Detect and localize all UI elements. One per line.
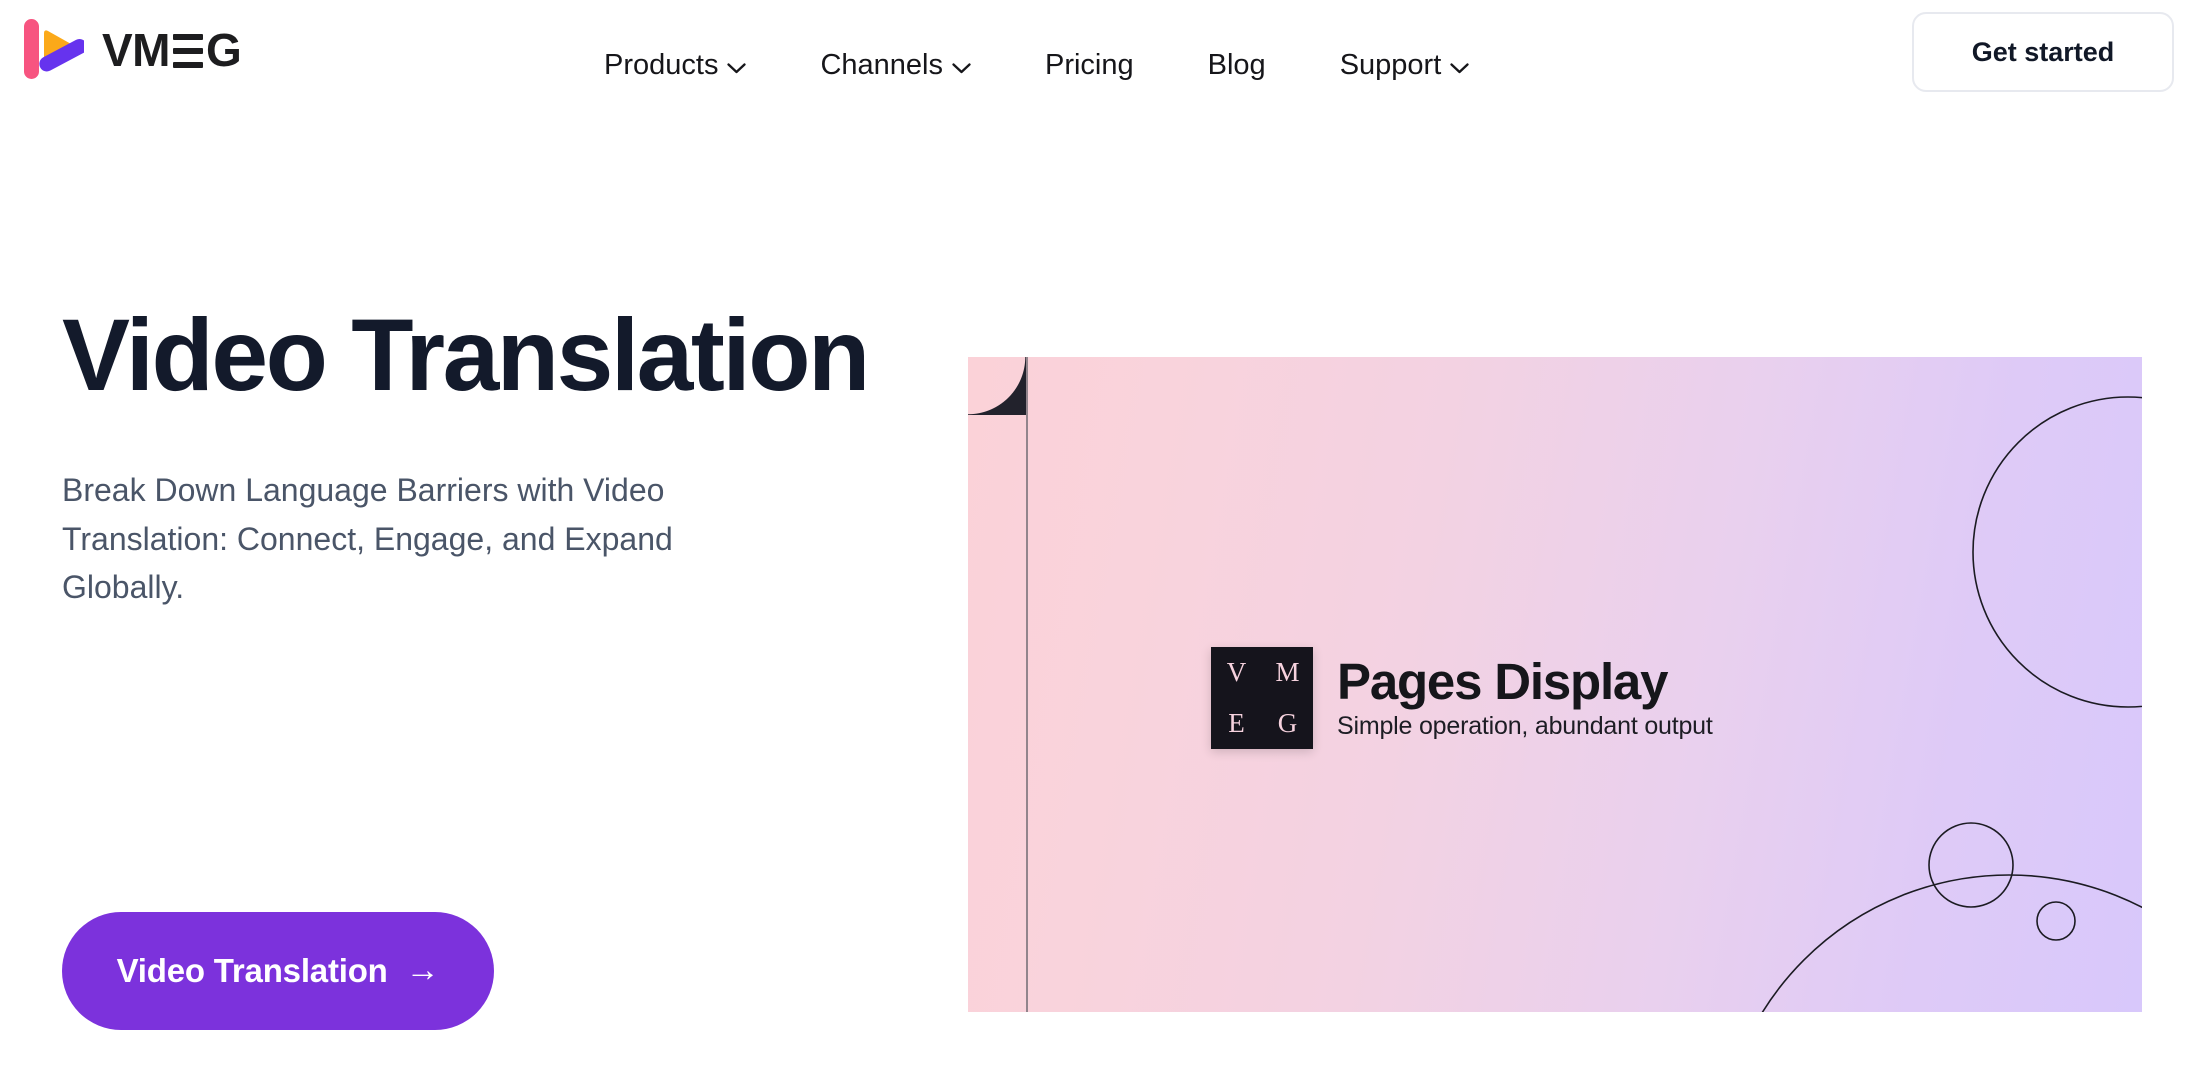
nav-label-channels: Channels [820, 48, 943, 81]
site-header: VM G Products Channels Pricing Blog Supp… [0, 0, 2198, 130]
vmeg-badge-icon: V M E G [1211, 647, 1313, 749]
nav-item-blog[interactable]: Blog [1208, 39, 1266, 92]
nav-label-blog: Blog [1207, 48, 1266, 81]
nav-item-pricing[interactable]: Pricing [1045, 39, 1134, 92]
bottom-circle-outline [1761, 874, 2142, 1012]
brand-name-part2: G [206, 24, 242, 76]
brand-wordmark: VM G [102, 24, 242, 76]
vmeg-letter-e: E [1228, 708, 1245, 738]
vmeg-play-icon [24, 19, 84, 79]
nav-item-products[interactable]: Products [604, 39, 747, 92]
brand-name-part1: VM [102, 24, 171, 76]
small-circle-outline [2036, 901, 2076, 941]
main-navigation: Products Channels Pricing Blog Support [604, 0, 1469, 130]
video-translation-cta-button[interactable]: Video Translation → [62, 912, 494, 1030]
medium-circle-outline [1928, 822, 2014, 908]
card-center-content: V M E G Pages Display Simple operation, … [1211, 647, 1713, 749]
nav-label-products: Products [604, 48, 719, 81]
cta-label: Video Translation [116, 952, 388, 989]
get-started-button[interactable]: Get started [1912, 12, 2174, 92]
arrow-right-icon: → [405, 951, 440, 989]
nav-item-support[interactable]: Support [1340, 39, 1470, 92]
card-title: Pages Display [1337, 653, 1668, 711]
corner-notch-shape [968, 357, 1026, 415]
brand-logo[interactable]: VM G [22, 18, 242, 82]
large-circle-outline [1972, 396, 2142, 708]
hero-subtitle: Break Down Language Barriers with Video … [62, 472, 673, 606]
vmeg-letter-g: G [1277, 708, 1298, 738]
chevron-down-icon[interactable] [1450, 62, 1469, 74]
hero-copy: Video Translation Break Down Language Ba… [62, 300, 922, 612]
brand-letter-e-icon [173, 34, 203, 68]
chevron-down-icon[interactable] [952, 62, 971, 74]
card-tagline: Simple operation, abundant output [1337, 711, 1713, 740]
hero-preview-card[interactable]: V M E G Pages Display Simple operation, … [968, 357, 2142, 1012]
nav-item-channels[interactable]: Channels [820, 39, 971, 92]
vmeg-letter-v: V [1226, 657, 1247, 687]
chevron-down-icon[interactable] [727, 62, 747, 74]
vmeg-letter-m: M [1275, 657, 1300, 687]
card-text-block: Pages Display Simple operation, abundant… [1337, 655, 1713, 741]
nav-label-support: Support [1339, 48, 1442, 81]
vertical-divider-line [1026, 357, 1028, 1012]
page-title: Video Translation [62, 298, 870, 412]
page-root: VM G Products Channels Pricing Blog Supp… [0, 0, 2198, 1068]
nav-label-pricing: Pricing [1044, 48, 1134, 81]
